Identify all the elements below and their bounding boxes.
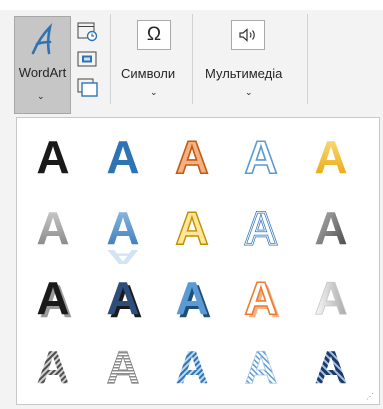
svg-text:A: A bbox=[36, 131, 69, 183]
svg-text:A: A bbox=[175, 202, 208, 254]
wordart-style-blue-pattern[interactable]: A bbox=[175, 341, 208, 393]
wordart-style-navy-pattern[interactable]: A bbox=[314, 341, 347, 393]
resize-grip-icon[interactable]: ⋰ bbox=[366, 392, 375, 401]
wordart-style-dark-gray[interactable]: A bbox=[314, 202, 347, 254]
wordart-style-blue-outline[interactable]: A bbox=[244, 130, 279, 184]
wordart-style-orange-white-shadow[interactable]: AA bbox=[244, 271, 281, 327]
symbols-button[interactable]: Ω bbox=[137, 20, 171, 50]
wordart-style-yellow-outline[interactable]: A bbox=[175, 201, 210, 254]
wordart-style-gray-gradient[interactable]: A bbox=[36, 202, 69, 254]
svg-text:A: A bbox=[314, 341, 347, 393]
wordart-style-black-shadow[interactable]: AA bbox=[36, 272, 72, 327]
wordart-style-black-fill[interactable]: A bbox=[36, 131, 69, 183]
date-time-icon[interactable] bbox=[77, 22, 99, 42]
svg-text:A: A bbox=[36, 202, 69, 254]
svg-text:A: A bbox=[175, 272, 208, 324]
svg-text:A: A bbox=[244, 131, 277, 183]
wordart-style-blue-shadow[interactable]: AA bbox=[106, 272, 142, 327]
wordart-style-lightblue-shadow[interactable]: AA bbox=[175, 272, 211, 327]
svg-text:A: A bbox=[36, 341, 69, 393]
symbols-chevron-icon[interactable]: ⌄ bbox=[150, 87, 158, 98]
svg-text:A: A bbox=[314, 202, 347, 254]
ribbon: WordArt ⌄ Ω Символи ⌄ Мультимедіа ⌄ bbox=[0, 0, 383, 118]
svg-text:A: A bbox=[244, 272, 277, 324]
wordart-style-gold-gradient[interactable]: A bbox=[314, 131, 347, 183]
wordart-style-gray-pattern[interactable]: A bbox=[36, 341, 69, 393]
svg-text:A: A bbox=[244, 202, 277, 254]
object-icon[interactable] bbox=[77, 50, 99, 70]
symbols-label[interactable]: Символи bbox=[121, 66, 175, 81]
svg-text:A: A bbox=[314, 272, 347, 324]
wordart-style-blue-fill[interactable]: A bbox=[106, 131, 139, 183]
wordart-style-blue-reflection[interactable]: AA bbox=[106, 202, 139, 269]
multimedia-label[interactable]: Мультимедіа bbox=[205, 66, 282, 81]
group-separator bbox=[307, 14, 308, 104]
wordart-gallery-grid: A A A A AAAA A AA AAA AA AA AA AA A A A A bbox=[36, 130, 348, 394]
svg-text:A: A bbox=[175, 341, 208, 393]
svg-text:A: A bbox=[106, 202, 139, 254]
wordart-style-lightblue-pattern[interactable]: A bbox=[244, 341, 278, 394]
multimedia-button[interactable] bbox=[231, 20, 265, 50]
svg-text:A: A bbox=[36, 272, 69, 324]
omega-icon: Ω bbox=[137, 20, 171, 50]
group-separator bbox=[110, 14, 111, 104]
wordart-label: WordArt bbox=[18, 65, 67, 80]
multimedia-chevron-icon[interactable]: ⌄ bbox=[245, 87, 253, 98]
svg-text:A: A bbox=[106, 341, 139, 393]
text-box-icon[interactable] bbox=[77, 78, 99, 98]
wordart-gallery: AAAAAAAAAAAAAAAAAAAAAAAAAA ⋰ bbox=[16, 117, 380, 405]
wordart-style-blue-double-outline[interactable]: AA bbox=[243, 201, 279, 255]
wordart-chevron-icon: ⌄ bbox=[37, 91, 45, 101]
wordart-style-silver[interactable]: A bbox=[314, 272, 348, 325]
svg-text:A: A bbox=[106, 272, 139, 324]
ribbon-top-strip bbox=[0, 0, 383, 10]
svg-text:A: A bbox=[244, 341, 277, 393]
svg-text:A: A bbox=[175, 131, 208, 183]
group-separator bbox=[192, 14, 193, 104]
wordart-icon bbox=[31, 23, 53, 55]
svg-text:A: A bbox=[314, 131, 347, 183]
wordart-style-gray-striped[interactable]: A bbox=[106, 341, 140, 394]
wordart-style-orange-outline[interactable]: A bbox=[175, 130, 210, 184]
speaker-icon bbox=[231, 20, 265, 50]
wordart-button[interactable]: WordArt ⌄ bbox=[14, 16, 71, 114]
svg-text:A: A bbox=[106, 131, 139, 183]
